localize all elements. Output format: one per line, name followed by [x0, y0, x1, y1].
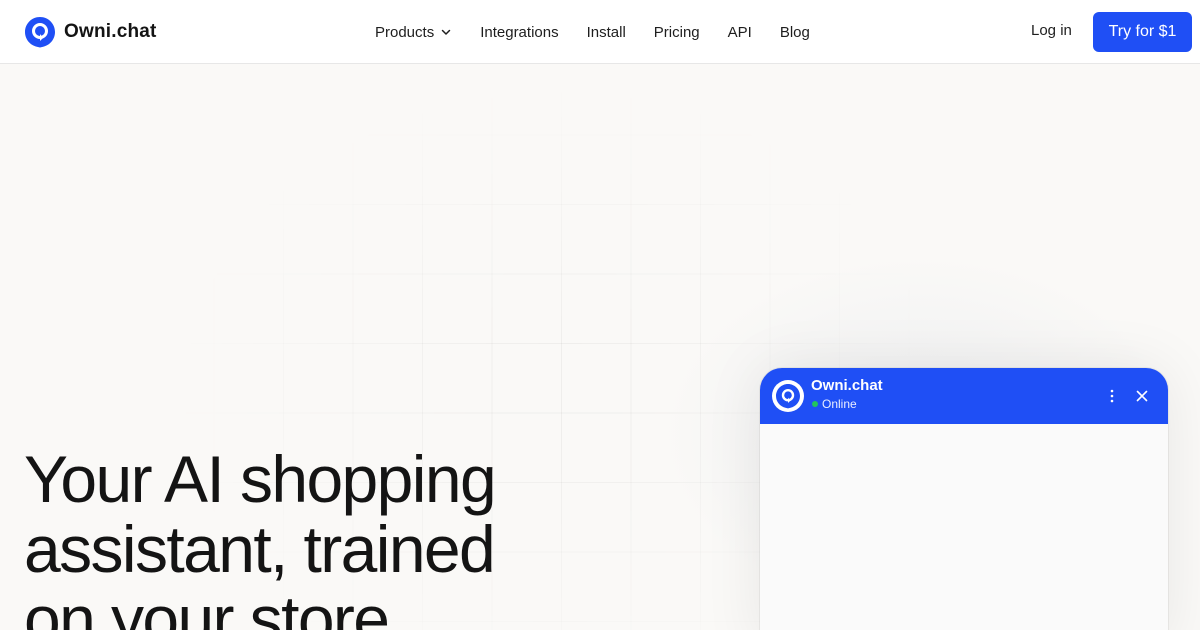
chat-menu-button[interactable]	[1104, 386, 1120, 406]
hero-headline: Your AI shopping assistant, trained on y…	[24, 444, 584, 630]
nav-item-install[interactable]: Install	[587, 24, 626, 41]
nav-item-label: API	[727, 23, 752, 41]
nav-item-blog[interactable]: Blog	[780, 24, 810, 41]
brand-name: Owni.chat	[64, 21, 157, 42]
nav-item-pricing[interactable]: Pricing	[654, 24, 700, 41]
nav-item-label: Install	[586, 23, 626, 41]
nav-item-integrations[interactable]: Integrations	[480, 24, 558, 41]
close-icon	[1136, 390, 1148, 402]
chat-title: Owni.chat	[811, 377, 883, 394]
nav-item-label: Pricing	[653, 23, 700, 41]
chat-avatar-icon	[772, 380, 804, 412]
main-nav: Products Integrations Install Pricing AP…	[375, 0, 810, 64]
chat-header: Owni.chat Online	[760, 368, 1168, 424]
nav-item-api[interactable]: API	[728, 24, 752, 41]
nav-item-label: Integrations	[480, 23, 559, 41]
chevron-down-icon	[441, 29, 451, 35]
chat-widget: Owni.chat Online	[760, 368, 1168, 630]
try-button[interactable]: Try for $1	[1093, 12, 1192, 52]
owni-logo-icon	[25, 17, 55, 48]
nav-item-products[interactable]: Products	[375, 24, 452, 41]
hero-line: on your store	[24, 582, 390, 630]
nav-item-label: Blog	[779, 23, 810, 41]
hero-line: assistant, trained	[24, 512, 496, 586]
login-link[interactable]: Log in	[1031, 22, 1072, 39]
chat-status: Online	[812, 397, 857, 411]
brand[interactable]: Owni.chat	[24, 16, 157, 48]
hero-line: Your AI shopping	[24, 442, 497, 516]
chat-close-button[interactable]	[1132, 386, 1152, 406]
online-dot-icon	[812, 401, 818, 407]
nav-item-label: Products	[375, 23, 435, 41]
more-vertical-icon	[1110, 389, 1114, 403]
chat-status-label: Online	[822, 397, 857, 411]
chat-body	[760, 424, 1168, 630]
site-header: Owni.chat Products Integrations Install …	[0, 0, 1200, 64]
